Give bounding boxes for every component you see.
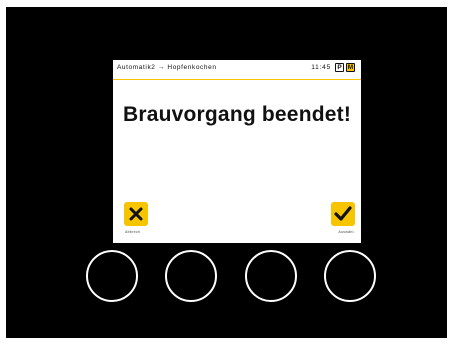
confirm-button[interactable] bbox=[331, 202, 355, 226]
hardware-button-4[interactable] bbox=[324, 250, 376, 302]
display-screen: Automatik2 → Hopfenkochen 11:45 P M Brau… bbox=[113, 60, 361, 243]
checkmark-icon bbox=[334, 206, 352, 221]
clock: 11:45 bbox=[311, 64, 331, 71]
dialog-message: Brauvorgang beendet! bbox=[122, 103, 352, 126]
close-icon bbox=[129, 207, 143, 221]
cancel-button[interactable] bbox=[124, 202, 148, 226]
status-bar: Automatik2 → Hopfenkochen 11:45 P M bbox=[113, 60, 361, 80]
device-frame: Automatik2 → Hopfenkochen 11:45 P M Brau… bbox=[6, 7, 447, 338]
cancel-caption: Abbrech bbox=[125, 230, 141, 234]
mode-p-badge: P bbox=[335, 63, 344, 72]
confirm-caption: Auswähl. bbox=[338, 230, 355, 234]
mode-m-badge: M bbox=[346, 63, 355, 72]
hardware-button-2[interactable] bbox=[165, 250, 217, 302]
breadcrumb: Automatik2 → Hopfenkochen bbox=[117, 64, 217, 71]
hardware-button-1[interactable] bbox=[86, 250, 138, 302]
hardware-button-3[interactable] bbox=[245, 250, 297, 302]
